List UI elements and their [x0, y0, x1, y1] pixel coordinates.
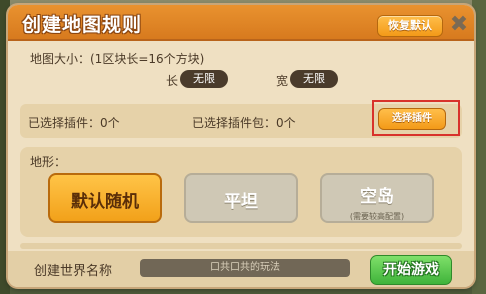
terrain-option-label: 空岛 [360, 187, 394, 207]
selected-plugins-count: 已选择插件：0个 [28, 116, 120, 130]
length-value-field[interactable]: 无限 [180, 70, 228, 88]
terrain-sky-island-button[interactable]: 空岛 (需要较高配置) [320, 173, 434, 223]
world-name-label: 创建世界名称 [34, 264, 113, 279]
terrain-option-note: (需要较高配置) [349, 212, 405, 221]
dialog-titlebar: 创建地图规则 恢复默认 ✖ [8, 5, 474, 41]
divider [20, 243, 462, 249]
select-plugin-button[interactable]: 选择插件 [378, 108, 446, 130]
terrain-flat-button[interactable]: 平坦 [184, 173, 298, 223]
selected-plugin-packs-count: 已选择插件包：0个 [192, 116, 296, 130]
close-icon[interactable]: ✖ [447, 13, 471, 37]
dialog-title: 创建地图规则 [22, 14, 143, 36]
world-name-input[interactable]: 口共口共的玩法 [140, 259, 350, 277]
create-map-rules-dialog: 创建地图规则 恢复默认 ✖ 地图大小：(1区块长=16个方块) 长 无限 宽 无… [8, 5, 474, 287]
background-right-edge [472, 0, 486, 294]
width-label: 宽 [276, 74, 289, 88]
terrain-option-label: 平坦 [224, 192, 258, 212]
map-size-label: 地图大小：(1区块长=16个方块) [30, 52, 205, 66]
width-value-field[interactable]: 无限 [290, 70, 338, 88]
start-game-button[interactable]: 开始游戏 [370, 255, 452, 285]
terrain-option-label: 默认随机 [71, 192, 139, 212]
terrain-label: 地形： [30, 155, 67, 169]
restore-default-button[interactable]: 恢复默认 [377, 15, 443, 37]
terrain-default-random-button[interactable]: 默认随机 [48, 173, 162, 223]
length-label: 长 [166, 74, 179, 88]
